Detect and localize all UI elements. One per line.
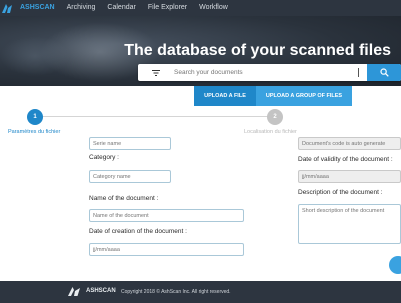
description-label: Description of the document :: [298, 189, 383, 196]
footer: ASHSCAN Copyright 2018 © AshScan Inc. Al…: [0, 281, 401, 303]
hero-title: The database of your scanned files: [124, 42, 391, 59]
description-textarea[interactable]: [298, 204, 401, 244]
search-button[interactable]: [367, 64, 401, 81]
nav-item-calendar[interactable]: Calendar: [101, 0, 141, 16]
stepper-line: [36, 116, 276, 117]
serie-name-input[interactable]: [89, 137, 171, 150]
footer-logo-icon: [68, 287, 80, 296]
search-bar: [138, 64, 401, 81]
filter-icon[interactable]: [138, 69, 174, 76]
footer-copyright: Copyright 2018 © AshScan Inc. All right …: [121, 288, 231, 295]
logo-icon[interactable]: [0, 0, 14, 16]
document-code-input: [298, 137, 401, 150]
creation-date-input[interactable]: [89, 243, 244, 256]
search-icon: [379, 68, 389, 77]
footer-brand: ASHSCAN: [86, 288, 116, 294]
tab-upload-group[interactable]: UPLOAD A GROUP OF FILES: [256, 86, 352, 106]
step-1-label: Paramètres du fichier: [8, 129, 61, 135]
hero-background-image-detail: [0, 36, 70, 76]
nav-item-archiving[interactable]: Archiving: [61, 0, 102, 16]
validity-date-input[interactable]: [298, 170, 401, 183]
step-2-label: Localisation du fichier: [244, 129, 297, 135]
step-2-indicator[interactable]: 2: [267, 109, 283, 125]
nav-item-file-explorer[interactable]: File Explorer: [142, 0, 193, 16]
top-navbar: ASHSCAN Archiving Calendar File Explorer…: [0, 0, 401, 16]
step-1-indicator[interactable]: 1: [27, 109, 43, 125]
tab-upload-file[interactable]: UPLOAD A FILE: [194, 86, 256, 106]
nav-item-ashscan[interactable]: ASHSCAN: [14, 0, 61, 16]
category-label: Category :: [89, 154, 119, 161]
document-name-input[interactable]: [89, 209, 244, 222]
validity-date-label: Date of validity of the document :: [298, 156, 393, 163]
document-name-label: Name of the document :: [89, 195, 159, 202]
floating-action-button[interactable]: [389, 256, 401, 274]
upload-tabs: UPLOAD A FILE UPLOAD A GROUP OF FILES: [194, 86, 352, 106]
creation-date-label: Date of creation of the document :: [89, 228, 187, 235]
nav-item-workflow[interactable]: Workflow: [193, 0, 234, 16]
category-input[interactable]: [89, 170, 171, 183]
search-input[interactable]: [174, 65, 324, 80]
